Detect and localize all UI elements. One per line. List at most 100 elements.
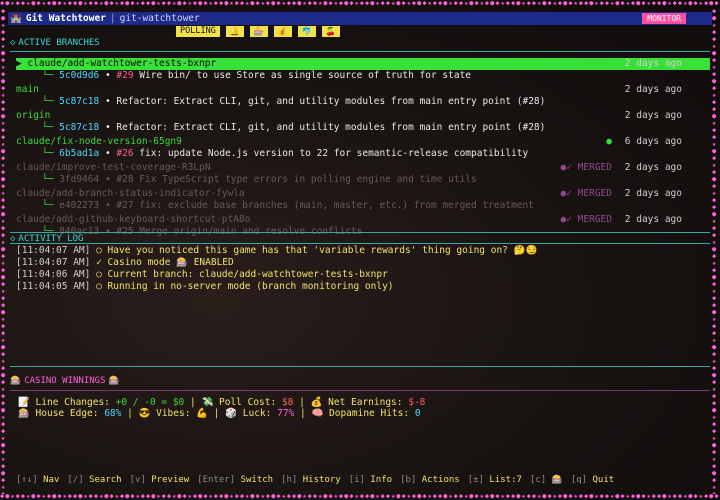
key-action: Nav (43, 475, 60, 485)
key-hint: [Enter] (197, 475, 236, 485)
polling-badge: POLLING (176, 26, 220, 37)
branch-row[interactable]: claude/fix-node-version-65gn9 ● 6 days ago (16, 136, 710, 148)
branch-status: ●✓ MERGED (560, 188, 612, 199)
branch-row[interactable]: main 2 days ago (16, 84, 710, 96)
log-timestamp: [11:04:05 AM] (16, 281, 91, 292)
commit-line: └─ 5c87c18 • Refactor: Extract CLI, git,… (42, 122, 546, 133)
footer-key-8[interactable]: [c] 🎰 (530, 475, 563, 485)
commit-hash: 3fd9464 (59, 174, 100, 185)
border-left-decoration: ◆●★◆◆★●◆★◆●◆★◆◆●★◆◆★●◆★◆●◆★◆◆●★◆◆★●◆★◆●◆… (1, 8, 7, 494)
log-message: ○ Running in no-server mode (branch moni… (96, 281, 394, 292)
selection-arrow-icon: ▶ (16, 58, 28, 69)
branch-name: claude/add-github-keyboard-shortcut-ptA8… (16, 214, 251, 225)
log-timestamp: [11:04:07 AM] (16, 257, 91, 268)
net-earnings-label: 💰 Net Earnings: (310, 397, 403, 408)
branch-time: 2 days ago (624, 110, 682, 121)
branch-row[interactable]: ▶ claude/add-watchtower-tests-bxnpr ●★ CU… (16, 58, 710, 70)
branch-name: claude/add-branch-status-indicator-fywla (16, 188, 245, 199)
branch-row[interactable]: claude/add-branch-status-indicator-fywla… (16, 188, 710, 200)
key-action: History (302, 475, 341, 485)
slot-machine-icon: 🎰 (10, 376, 22, 386)
key-action: Search (89, 475, 122, 485)
key-action: Quit (592, 475, 615, 485)
line-changes-label: 📝 Line Changes: (18, 397, 110, 408)
mode-badge[interactable]: MONITOR (642, 13, 686, 24)
key-hint: [q] (570, 475, 588, 485)
key-hint: [i] (348, 475, 365, 485)
branch-row[interactable]: claude/add-github-keyboard-shortcut-ptA8… (16, 214, 710, 226)
branch-time: 2 days ago (624, 214, 682, 225)
dopamine-hits-value: 0 (414, 408, 421, 419)
commit-hash: e402273 (59, 200, 100, 211)
pr-number[interactable]: #29 (116, 70, 133, 81)
footer-key-6[interactable]: [b] Actions (400, 475, 460, 485)
log-message: ○ Have you noticed this game has that 'v… (96, 245, 538, 256)
commit-message: Fix TypeScript type errors in polling en… (139, 174, 477, 185)
commit-hash: 5c87c18 (59, 122, 100, 133)
slot-machine-icon[interactable]: 🎰 (249, 26, 268, 37)
bell-icon[interactable]: 🔔 (225, 26, 244, 37)
key-hint: [b] (400, 475, 417, 485)
branch-name: main (16, 84, 39, 95)
key-action: Actions (421, 475, 460, 485)
commit-line: └─ 5c87c18 • Refactor: Extract CLI, git,… (42, 96, 546, 107)
commit-line: └─ 5c0d9d6 • #29 Wire bin/ to use Store … (42, 70, 472, 81)
key-action: Switch (240, 475, 274, 485)
key-action: List:7 (489, 475, 522, 485)
commit-hash: 5c87c18 (59, 96, 100, 107)
pr-number[interactable]: #28 (116, 174, 133, 185)
commit-line: └─ 3fd9464 • #28 Fix TypeScript type err… (42, 174, 477, 185)
castle-icon: 🏰 (10, 13, 22, 24)
footer-key-7[interactable]: [±] List:7 (468, 475, 522, 485)
key-hint: [↑↓] (16, 475, 38, 485)
money-bag-icon[interactable]: 💰 (273, 26, 292, 37)
branch-row[interactable]: claude/improve-test-coverage-R3LpN ●✓ MER… (16, 162, 710, 174)
commit-hash: 5c0d9d6 (59, 70, 100, 81)
footer-key-4[interactable]: [h] History (281, 475, 341, 485)
branch-status: ●★ CURRENT (554, 58, 612, 69)
slot-machine-icon: 🎰 (108, 376, 120, 386)
line-changes-value: +0 / -0 = $0 (115, 397, 185, 408)
branch-row[interactable]: origin 2 days ago (16, 110, 710, 122)
key-action: Preview (151, 475, 190, 485)
casino-stats-line-2: 🎰 House Edge: 68% | 😎 Vibes: 💪 | 🎲 Luck:… (18, 408, 421, 419)
tree-branch-icon: └─ (42, 200, 60, 211)
border-right-decoration: ◆●★◆◆★●◆★◆●◆★◆◆●★◆◆★●◆★◆●◆★◆◆●★◆◆★●◆★◆●◆… (712, 8, 718, 494)
activity-divider (10, 243, 710, 244)
keybinding-footer: [↑↓] Nav [/] Search [v] Preview [Enter] Swi… (16, 474, 716, 486)
branch-time: 2 days ago (624, 188, 682, 199)
pr-number[interactable]: #26 (116, 148, 133, 159)
poll-cost-value: $8 (281, 397, 294, 408)
key-hint: [/] (67, 475, 84, 485)
casino-top-divider (10, 366, 710, 367)
key-hint: [±] (467, 475, 484, 485)
poll-cost-label: 💸 Poll Cost: (201, 397, 277, 408)
net-earnings-value: $-8 (408, 397, 426, 408)
branches-heading-label: ACTIVE BRANCHES (18, 38, 100, 48)
footer-key-0[interactable]: [↑↓] Nav (16, 475, 59, 485)
repo-name: git-watchtower (119, 13, 200, 24)
footer-key-5[interactable]: [i] Info (349, 475, 392, 485)
branches-divider (10, 51, 710, 52)
app-title: Git Watchtower (25, 13, 106, 24)
dolphin-icon[interactable]: 🐬 (297, 26, 316, 37)
branch-status: ●✓ MERGED (560, 214, 612, 225)
branch-name: claude/improve-test-coverage-R3LpN (16, 162, 211, 173)
log-entry: [11:04:06 AM] ○ Current branch: claude/a… (16, 269, 388, 281)
casino-divider (10, 390, 710, 391)
branch-status: ●✓ MERGED (560, 162, 612, 173)
cherry-icon[interactable]: 🍒 (321, 26, 340, 37)
footer-key-1[interactable]: [/] Search (67, 475, 121, 485)
branch-name: claude/fix-node-version-65gn9 (16, 136, 182, 147)
footer-key-3[interactable]: [Enter] Switch (197, 475, 273, 485)
title-bar: 🏰 Git Watchtower | git-watchtower MONITO… (8, 12, 712, 25)
footer-key-9[interactable]: [q] Quit (571, 475, 614, 485)
house-edge-label: 🎰 House Edge: (18, 408, 99, 419)
border-top-decoration: ◆●★◆◆★●◆★◆●◆★◆◆●★◆◆★●◆★◆●◆★◆◆●★◆◆★●◆★◆●◆… (0, 0, 720, 7)
branch-time: 6 days ago (624, 136, 682, 147)
footer-key-2[interactable]: [v] Preview (130, 475, 190, 485)
key-hint: [h] (281, 475, 298, 485)
log-timestamp: [11:04:06 AM] (16, 269, 91, 280)
pr-number[interactable]: #27 (116, 200, 133, 211)
key-action: 🎰 (551, 475, 563, 485)
